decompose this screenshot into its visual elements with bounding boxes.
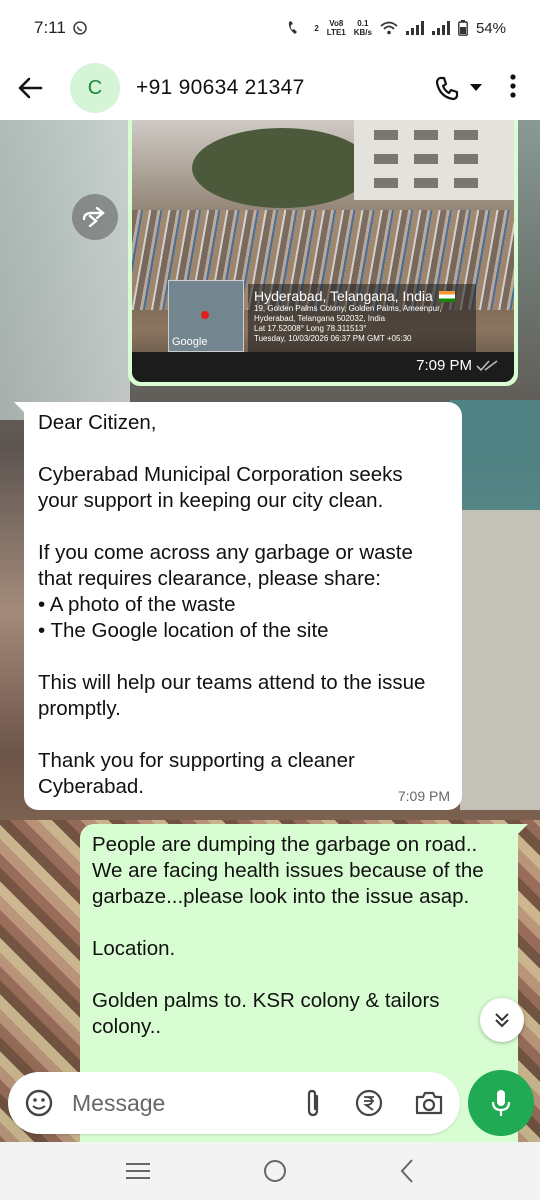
geotag-latlong: Lat 17.52008° Long 78.311513° (254, 324, 367, 333)
sim-index: 2 (314, 23, 319, 33)
received-message-text: Dear Citizen, Cyberabad Municipal Corpor… (38, 411, 426, 798)
image-message[interactable]: Google Hyderabad, Telangana, India 19, G… (128, 120, 518, 386)
geotag-card: Hyderabad, Telangana, India 19, Golden P… (248, 284, 476, 358)
geotag-title: Hyderabad, Telangana, India (254, 288, 433, 304)
battery-percent: 54% (475, 19, 506, 37)
whatsapp-status-icon (73, 21, 87, 35)
speed-value: 0.1 (357, 19, 369, 28)
voice-message-button[interactable] (468, 1070, 534, 1136)
network-speed: 0.1 KB/s (354, 19, 372, 37)
home-icon[interactable] (262, 1158, 288, 1184)
sticker-icon[interactable] (24, 1088, 54, 1118)
attach-icon[interactable] (302, 1088, 324, 1118)
geotag-address-1: 19, Golden Palms Colony, Golden Palms, A… (254, 304, 442, 313)
recents-icon[interactable] (125, 1161, 151, 1181)
mic-icon (491, 1090, 511, 1116)
chat-header: C +91 90634 21347 (0, 56, 540, 120)
message-composer (8, 1072, 460, 1134)
message-input[interactable] (72, 1089, 272, 1117)
wallpaper-panel-right (450, 400, 540, 510)
phone-icon (435, 76, 459, 101)
more-icon (510, 73, 516, 98)
camera-icon[interactable] (414, 1090, 444, 1116)
image-message-time: 7:09 PM (416, 357, 472, 374)
network-top: Vo8 (329, 19, 344, 28)
forward-button[interactable] (72, 194, 118, 240)
avatar[interactable]: C (70, 63, 120, 113)
network-type: Vo8 LTE1 (327, 19, 346, 37)
back-button[interactable] (0, 60, 60, 116)
geotag-address-2: Hyderabad, Telangana 502032, India (254, 314, 386, 323)
back-nav-icon[interactable] (399, 1158, 415, 1184)
geotag-datetime: Tuesday, 10/03/2026 06:37 PM GMT +05:30 (254, 334, 412, 343)
battery-icon (458, 20, 468, 36)
status-bar: 7:11 2 Vo8 LTE1 0.1 KB/s 54% (0, 0, 540, 56)
contact-name[interactable]: +91 90634 21347 (136, 76, 305, 100)
network-bottom: LTE1 (326, 28, 346, 37)
photo-trees (192, 128, 372, 208)
wifi-calling-icon (289, 21, 298, 34)
wallpaper-panel (0, 120, 130, 420)
chevrons-down-icon (495, 1013, 509, 1028)
signal-1-icon (405, 21, 424, 35)
map-google-label: Google (172, 336, 208, 348)
forward-icon (82, 207, 105, 227)
received-message[interactable]: Dear Citizen, Cyberabad Municipal Corpor… (14, 402, 462, 810)
call-button[interactable] (434, 75, 482, 101)
chat-area[interactable]: Google Hyderabad, Telangana, India 19, G… (0, 120, 540, 1142)
garbage-photo[interactable]: Google Hyderabad, Telangana, India 19, G… (132, 120, 514, 382)
received-message-time: 7:09 PM (397, 788, 450, 804)
read-ticks-icon (476, 359, 498, 371)
photo-building (354, 120, 514, 200)
wifi-icon (380, 21, 398, 35)
dropdown-icon (470, 84, 482, 91)
rupee-icon[interactable] (354, 1088, 384, 1118)
back-arrow-icon (18, 77, 43, 99)
more-options-button[interactable] (496, 73, 520, 103)
status-time: 7:11 (34, 18, 66, 37)
speed-unit: KB/s (353, 28, 372, 37)
scroll-to-bottom-button[interactable] (480, 998, 524, 1042)
sent-message-text: People are dumping the garbage on road..… (92, 833, 484, 1038)
wallpaper-box (460, 510, 540, 810)
signal-2-icon (431, 21, 450, 35)
system-nav-bar (0, 1142, 540, 1200)
india-flag-icon (438, 290, 455, 302)
